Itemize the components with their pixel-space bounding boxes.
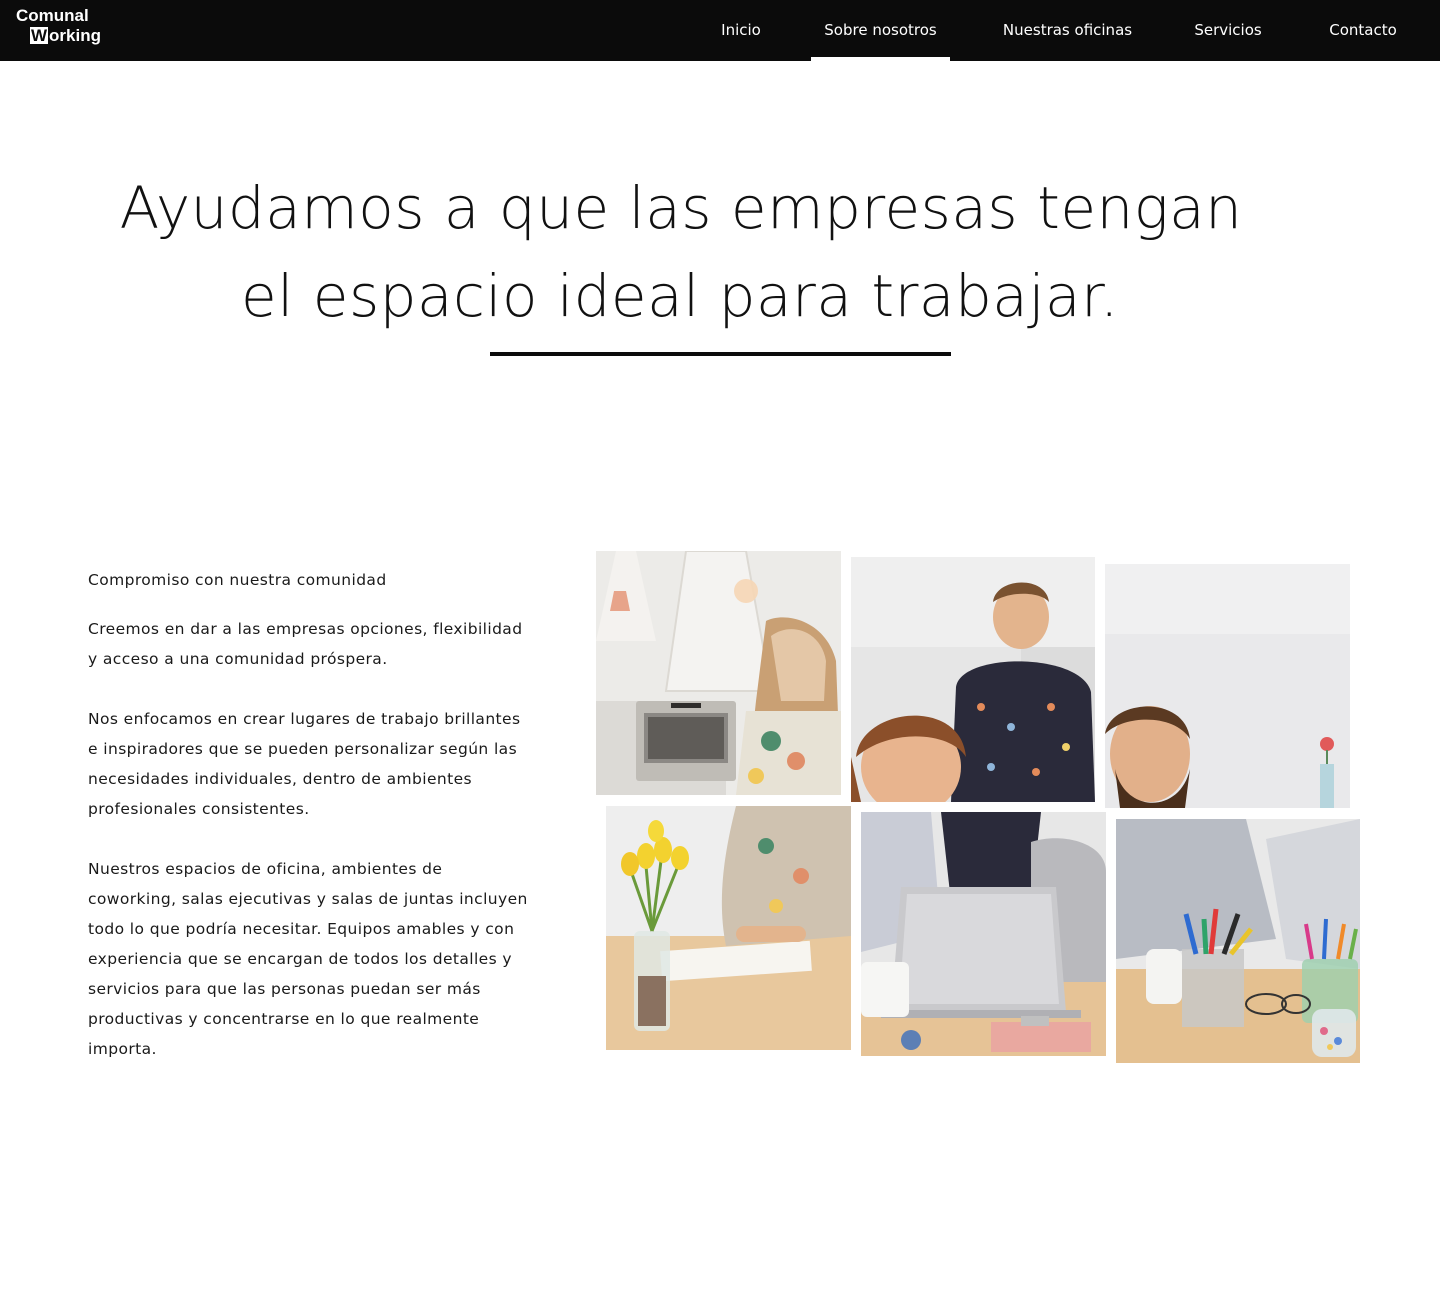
brand-logo[interactable]: Comunal Working: [16, 6, 101, 46]
hero-underline-divider: [490, 352, 951, 356]
about-paragraph-1: Creemos en dar a las empresas opciones, …: [88, 620, 523, 668]
hero-title-line2: el espacio ideal para trabajar.: [241, 262, 1119, 330]
about-paragraph-3: Nuestros espacios de oficina, ambientes …: [88, 860, 528, 1058]
photo-kitchen-lamps: [596, 551, 841, 795]
brand-logo-w-box: W: [30, 26, 49, 45]
nav-item-inicio[interactable]: Inicio: [706, 0, 776, 61]
brand-logo-line1: Comunal: [16, 6, 89, 25]
top-navigation-bar: Comunal Working Inicio Sobre nosotros Nu…: [0, 0, 1440, 61]
about-paragraph-2: Nos enfocamos en crear lugares de trabaj…: [88, 710, 521, 818]
hero-title-line1: Ayudamos a que las empresas tengan: [119, 174, 1243, 242]
nav-item-nuestras-oficinas[interactable]: Nuestras oficinas: [990, 0, 1145, 61]
brand-logo-line2-rest: orking: [49, 26, 101, 45]
nav-item-sobre-nosotros[interactable]: Sobre nosotros: [811, 0, 950, 61]
about-section: Compromiso con nuestra comunidad Creemos…: [88, 568, 528, 1094]
photo-man-standing: [851, 557, 1095, 802]
hero-title: Ayudamos a que las empresas tengan el es…: [0, 164, 1440, 340]
photo-bearded-man: [1105, 564, 1350, 808]
brand-logo-line2: Working: [16, 26, 101, 46]
photo-pens-cups: [1116, 819, 1360, 1063]
photo-laptop-team: [861, 812, 1106, 1056]
photo-tulips-desk: [606, 806, 851, 1050]
nav-item-servicios[interactable]: Servicios: [1180, 0, 1276, 61]
about-heading: Compromiso con nuestra comunidad: [88, 571, 387, 589]
nav-item-contacto[interactable]: Contacto: [1312, 0, 1414, 61]
